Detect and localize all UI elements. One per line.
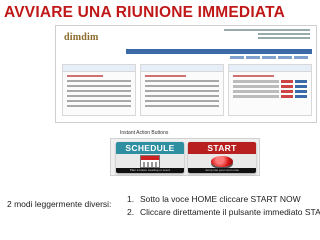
steps-list: 1. Sotto la voce HOME cliccare START NOW … — [127, 193, 320, 219]
schedule-button[interactable]: SCHEDULE Plan a future meeting or event — [116, 142, 184, 173]
account-info — [224, 29, 310, 41]
step-text: Cliccare direttamente il pulsante immedi… — [140, 207, 320, 217]
start-button-label: START — [188, 142, 256, 154]
side-label: 2 modi leggermente diversi: — [7, 199, 112, 209]
schedule-button-caption: Plan a future meeting or event — [116, 168, 184, 173]
instant-buttons-panel: SCHEDULE Plan a future meeting or event … — [110, 138, 260, 176]
calendar-icon — [140, 154, 160, 168]
main-nav-bar[interactable] — [126, 49, 312, 54]
dimdim-logo: dimdim — [64, 30, 104, 46]
tips-panel — [140, 64, 224, 116]
step-number: 2. — [127, 207, 135, 217]
logo-text: dimdim — [64, 32, 99, 43]
step-item: 2. Cliccare direttamente il pulsante imme… — [127, 206, 320, 219]
sub-nav-tabs[interactable] — [230, 56, 308, 59]
red-push-button-icon — [211, 155, 233, 167]
start-button-caption: Jump into your room now — [188, 168, 256, 173]
start-now-panel[interactable] — [228, 64, 312, 116]
instant-buttons-caption: Instant Action Buttons — [120, 130, 169, 136]
account-panel — [62, 64, 136, 116]
schedule-button-label: SCHEDULE — [116, 142, 184, 154]
dimdim-home-screenshot: dimdim — [55, 25, 317, 123]
slide-title: AVVIARE UNA RIUNIONE IMMEDIATA — [4, 4, 285, 21]
step-number: 1. — [127, 194, 135, 204]
step-item: 1. Sotto la voce HOME cliccare START NOW — [127, 193, 320, 206]
step-text: Sotto la voce HOME cliccare START NOW — [140, 194, 301, 204]
start-button[interactable]: START Jump into your room now — [188, 142, 256, 173]
